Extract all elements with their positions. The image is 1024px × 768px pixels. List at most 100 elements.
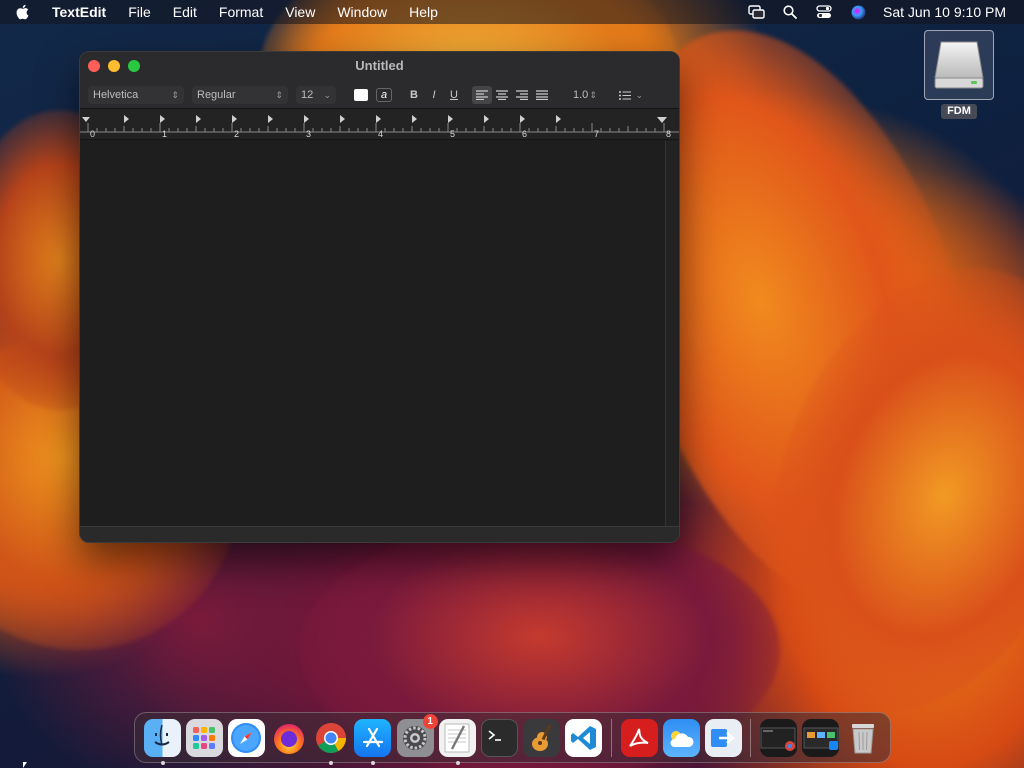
tab-stop-marker[interactable]: [520, 115, 525, 123]
tab-stop-marker[interactable]: [556, 115, 561, 123]
finder-icon: [154, 724, 170, 745]
list-bullets-select[interactable]: ⌄: [614, 86, 648, 104]
dock-firefox[interactable]: [270, 719, 307, 757]
menu-format[interactable]: Format: [208, 0, 274, 24]
tab-stop-marker[interactable]: [340, 115, 345, 123]
dock-adobe-acrobat[interactable]: [620, 718, 658, 757]
chevron-down-icon: ⌄: [323, 89, 331, 100]
dock-textedit[interactable]: [438, 718, 476, 765]
apple-menu-icon[interactable]: [0, 4, 44, 20]
select-arrows-icon: ⇕: [171, 89, 179, 100]
dock-finder[interactable]: [143, 718, 181, 765]
tab-stop-marker[interactable]: [304, 115, 309, 123]
font-family-select[interactable]: Helvetica ⇕: [88, 86, 184, 104]
textedit-window: Untitled Helvetica ⇕ Regular ⇕ 12 ⌄ a B …: [79, 51, 680, 543]
chrome-icon: [315, 722, 346, 753]
terminal-icon: [488, 729, 502, 741]
font-style-select[interactable]: Regular ⇕: [192, 86, 288, 104]
highlight-color-button[interactable]: a: [376, 88, 392, 102]
launchpad-icon: [193, 726, 216, 749]
ruler-number-label: 1: [162, 129, 167, 139]
ruler-number-label: 6: [522, 129, 527, 139]
menu-bar: TextEdit File Edit Format View Window He…: [0, 0, 1024, 24]
document-text-area[interactable]: [80, 141, 666, 527]
align-center-button[interactable]: [492, 86, 512, 104]
italic-button[interactable]: I: [424, 89, 444, 101]
dock-trash[interactable]: [844, 719, 881, 757]
menu-window[interactable]: Window: [326, 0, 398, 24]
external-drive-icon[interactable]: [924, 30, 994, 100]
ruler-number-label: 4: [378, 129, 383, 139]
tab-stop-marker[interactable]: [196, 115, 201, 123]
menu-edit[interactable]: Edit: [162, 0, 208, 24]
tab-stop-marker[interactable]: [484, 115, 489, 123]
right-indent-marker[interactable]: [657, 117, 667, 123]
font-size-value: 12: [301, 89, 314, 101]
ruler-number-label: 7: [594, 129, 599, 139]
menu-app-name[interactable]: TextEdit: [44, 0, 117, 24]
ruler-scale: 0 1 2 3 4 5 6 7 8: [80, 115, 679, 139]
safari-compass-icon: [231, 722, 262, 753]
dock-recent-window-1[interactable]: [760, 718, 797, 757]
dock-garageband[interactable]: [523, 718, 561, 757]
dock-app-store[interactable]: [354, 718, 392, 765]
dock-weather[interactable]: [662, 718, 700, 757]
cloud-icon: [670, 730, 694, 747]
dock-migration-assistant[interactable]: [704, 718, 742, 757]
dock-safari[interactable]: [227, 718, 265, 757]
align-justify-icon: [536, 90, 548, 100]
tab-stop-marker[interactable]: [376, 115, 381, 123]
window-thumbnail-icon: [760, 727, 796, 751]
underline-button[interactable]: U: [444, 89, 464, 101]
mouse-cursor: [23, 762, 27, 768]
line-spacing-select[interactable]: 1.0 ⇕: [568, 86, 602, 104]
dock-chrome[interactable]: [312, 719, 349, 765]
acrobat-icon: [629, 728, 649, 747]
left-indent-marker[interactable]: [82, 117, 90, 122]
align-justify-button[interactable]: [532, 86, 552, 104]
dock-separator: [750, 718, 752, 757]
tab-stop-marker[interactable]: [232, 115, 237, 123]
control-center-icon[interactable]: [807, 0, 841, 24]
text-color-well[interactable]: [354, 89, 368, 101]
window-titlebar[interactable]: Untitled Helvetica ⇕ Regular ⇕ 12 ⌄ a B …: [80, 52, 679, 109]
font-family-value: Helvetica: [93, 89, 139, 101]
tab-stop-marker[interactable]: [124, 115, 129, 123]
spotlight-search-icon[interactable]: [773, 0, 807, 24]
font-style-value: Regular: [197, 89, 236, 101]
tab-stop-marker[interactable]: [448, 115, 453, 123]
ruler-number-label: 5: [450, 129, 455, 139]
tab-stop-marker[interactable]: [268, 115, 273, 123]
ruler-number-label: 8: [666, 129, 671, 139]
screen-mirroring-icon[interactable]: [739, 0, 773, 24]
chevron-down-icon: ⌄: [635, 89, 643, 100]
drive-label: FDM: [941, 104, 977, 119]
vertical-scrollbar[interactable]: [665, 141, 679, 528]
desktop-drive[interactable]: FDM: [924, 30, 994, 120]
align-right-button[interactable]: [512, 86, 532, 104]
dock: 1: [134, 712, 891, 765]
menu-view[interactable]: View: [274, 0, 326, 24]
dock-terminal[interactable]: [480, 718, 519, 757]
ruler-number-label: 0: [90, 129, 95, 139]
dock-separator: [610, 718, 612, 757]
bold-button[interactable]: B: [404, 89, 424, 101]
font-size-combo[interactable]: 12 ⌄: [296, 86, 336, 104]
siri-icon[interactable]: [841, 0, 875, 24]
menu-bar-clock[interactable]: Sat Jun 10 9:10 PM: [875, 4, 1024, 20]
format-toolbar: Helvetica ⇕ Regular ⇕ 12 ⌄ a B I U 1.0 ⇕…: [88, 85, 648, 105]
text-ruler[interactable]: 0 1 2 3 4 5 6 7 8: [80, 109, 679, 140]
dock-system-settings[interactable]: 1: [396, 713, 438, 757]
align-left-button[interactable]: [472, 86, 492, 104]
dock-launchpad[interactable]: [185, 718, 223, 757]
bulleted-list-icon: [619, 90, 631, 100]
dock-vscode[interactable]: [565, 718, 603, 757]
tab-stop-marker[interactable]: [412, 115, 417, 123]
window-bottom-bar: [80, 526, 679, 542]
tab-stop-marker[interactable]: [160, 115, 165, 123]
ruler-number-label: 2: [234, 129, 239, 139]
align-center-icon: [496, 90, 508, 100]
dock-recent-window-2[interactable]: [802, 718, 840, 757]
menu-help[interactable]: Help: [398, 0, 449, 24]
menu-file[interactable]: File: [117, 0, 162, 24]
